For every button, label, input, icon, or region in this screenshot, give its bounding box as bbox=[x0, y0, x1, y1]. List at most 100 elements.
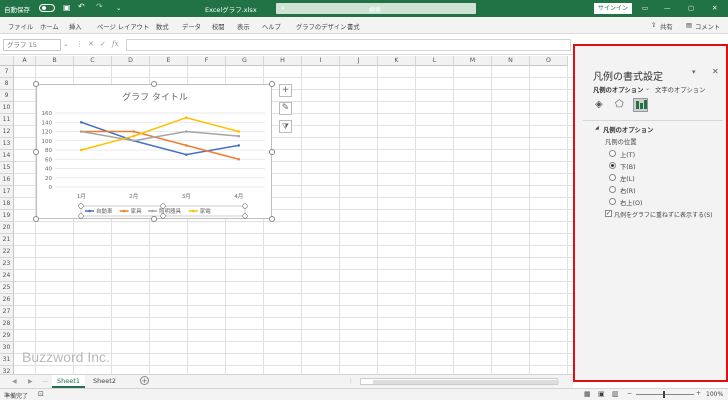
row-header-28[interactable]: 28 bbox=[0, 318, 14, 330]
share-button[interactable]: 共有 bbox=[660, 22, 673, 31]
next-sheet-icon[interactable]: ▶ bbox=[28, 378, 33, 385]
minimize-icon[interactable]: — bbox=[664, 4, 671, 12]
row-header-26[interactable]: 26 bbox=[0, 294, 14, 306]
chart-resize-handle[interactable] bbox=[151, 81, 157, 87]
legend-entry[interactable]: 家具 bbox=[131, 207, 143, 215]
formula-input[interactable] bbox=[126, 39, 571, 51]
column-header-l[interactable]: L bbox=[416, 56, 454, 66]
column-header-j[interactable]: J bbox=[340, 56, 378, 66]
page-layout-view-icon[interactable]: ▣ bbox=[598, 390, 605, 398]
section-collapse-icon[interactable]: ◢ bbox=[595, 125, 599, 131]
radio-top[interactable] bbox=[609, 150, 616, 157]
radio-bottom[interactable] bbox=[609, 162, 616, 169]
chart-resize-handle[interactable] bbox=[269, 216, 275, 222]
legend-resize-handle[interactable] bbox=[78, 203, 84, 209]
fill-line-icon[interactable]: ◈ bbox=[595, 99, 603, 110]
save-icon[interactable]: ▣ bbox=[63, 3, 71, 12]
prev-sheet-icon[interactable]: ◀ bbox=[12, 378, 17, 385]
fx-icon[interactable]: fx bbox=[112, 40, 119, 48]
tab-page-layout[interactable]: ページ レイアウト bbox=[97, 22, 149, 31]
chart-elements-icon[interactable]: + bbox=[279, 84, 292, 97]
overlap-checkbox[interactable]: ✓ bbox=[605, 210, 612, 217]
zoom-slider-thumb[interactable] bbox=[663, 391, 665, 398]
row-header-17[interactable]: 17 bbox=[0, 186, 14, 198]
row-header-11[interactable]: 11 bbox=[0, 114, 14, 126]
qat-more-icon[interactable]: ⌄ bbox=[116, 4, 121, 12]
name-box[interactable]: グラフ 15 bbox=[3, 39, 61, 51]
ribbon-options-icon[interactable]: ▭ bbox=[642, 4, 648, 12]
normal-view-icon[interactable]: ▦ bbox=[584, 390, 591, 398]
tab-file[interactable]: ファイル bbox=[8, 22, 33, 31]
row-header-20[interactable]: 20 bbox=[0, 222, 14, 234]
row-header-24[interactable]: 24 bbox=[0, 270, 14, 282]
name-box-dropdown-icon[interactable]: ⌄ bbox=[63, 40, 69, 48]
row-header-9[interactable]: 9 bbox=[0, 90, 14, 102]
radio-left-label[interactable]: 左(L) bbox=[620, 174, 635, 183]
cancel-icon[interactable]: ✕ bbox=[88, 40, 94, 48]
row-header-10[interactable]: 10 bbox=[0, 102, 14, 114]
radio-top-right[interactable] bbox=[609, 198, 616, 205]
chart-resize-handle[interactable] bbox=[33, 216, 39, 222]
radio-right[interactable] bbox=[609, 186, 616, 193]
search-box[interactable]: ⌕ 検索 bbox=[276, 3, 476, 14]
radio-right-label[interactable]: 右(R) bbox=[620, 186, 636, 195]
column-header-b[interactable]: B bbox=[36, 56, 74, 66]
tab-home[interactable]: ホーム bbox=[40, 22, 59, 31]
legend-resize-handle[interactable] bbox=[160, 213, 166, 219]
enter-icon[interactable]: ✓ bbox=[100, 40, 106, 48]
close-icon[interactable]: ✕ bbox=[712, 4, 717, 12]
radio-top-label[interactable]: 上(T) bbox=[620, 150, 635, 159]
add-sheet-icon[interactable]: + bbox=[140, 376, 149, 385]
sheet-tab-sheet1[interactable]: Sheet1 bbox=[52, 375, 85, 388]
sheet-tab-sheet2[interactable]: Sheet2 bbox=[88, 375, 121, 388]
row-header-7[interactable]: 7 bbox=[0, 66, 14, 78]
column-header-a[interactable]: A bbox=[14, 56, 36, 66]
legend-resize-handle[interactable] bbox=[242, 203, 248, 209]
legend-resize-handle[interactable] bbox=[242, 213, 248, 219]
row-header-32[interactable]: 32 bbox=[0, 366, 14, 374]
zoom-out-icon[interactable]: − bbox=[627, 390, 632, 397]
undo-icon[interactable]: ↶ bbox=[78, 2, 85, 11]
chart-title[interactable]: グラフ タイトル bbox=[122, 91, 188, 103]
row-header-30[interactable]: 30 bbox=[0, 342, 14, 354]
legend-entry[interactable]: 家電 bbox=[200, 207, 212, 215]
legend-resize-handle[interactable] bbox=[160, 203, 166, 209]
column-header-i[interactable]: I bbox=[302, 56, 340, 66]
zoom-level[interactable]: 100% bbox=[706, 391, 723, 398]
line-chart[interactable]: グラフ タイトル 0 20 40 60 80 100 120 140 160 1月 2月 3月 4月自動車… bbox=[37, 85, 273, 220]
overlap-checkbox-label[interactable]: 凡例をグラフに重ねずに表示する(S) bbox=[614, 210, 713, 219]
row-header-8[interactable]: 8 bbox=[0, 78, 14, 90]
legend-resize-handle[interactable] bbox=[78, 213, 84, 219]
column-header-k[interactable]: K bbox=[378, 56, 416, 66]
radio-top-right-label[interactable]: 右上(O) bbox=[620, 198, 642, 207]
row-header-29[interactable]: 29 bbox=[0, 330, 14, 342]
tab-insert[interactable]: 挿入 bbox=[69, 22, 82, 31]
column-header-e[interactable]: E bbox=[150, 56, 188, 66]
column-header-d[interactable]: D bbox=[112, 56, 150, 66]
tab-chart-design[interactable]: グラフのデザイン bbox=[296, 22, 346, 31]
row-header-16[interactable]: 16 bbox=[0, 174, 14, 186]
column-header-o[interactable]: O bbox=[530, 56, 568, 66]
radio-bottom-label[interactable]: 下(B) bbox=[620, 162, 636, 171]
legend-entry[interactable]: 自動車 bbox=[96, 207, 113, 215]
tab-data[interactable]: データ bbox=[182, 22, 201, 31]
comments-button[interactable]: コメント bbox=[695, 22, 720, 31]
chart-filters-icon[interactable]: ⧩ bbox=[279, 120, 292, 133]
pane-options-icon[interactable]: ▾ bbox=[692, 68, 696, 76]
horizontal-scrollbar[interactable] bbox=[360, 378, 559, 385]
more-sheets-icon[interactable]: … bbox=[42, 377, 48, 384]
redo-icon[interactable]: ↷ bbox=[96, 2, 103, 11]
column-header-m[interactable]: M bbox=[454, 56, 492, 66]
series-line[interactable] bbox=[81, 130, 239, 142]
chart-resize-handle[interactable] bbox=[33, 148, 39, 155]
chart-styles-icon[interactable]: ✎ bbox=[279, 102, 292, 115]
tab-text-options[interactable]: 文字のオプション bbox=[655, 85, 705, 94]
column-header-h[interactable]: H bbox=[264, 56, 302, 66]
legend-options-chevron-icon[interactable]: ⌄ bbox=[645, 85, 650, 92]
column-header-n[interactable]: N bbox=[492, 56, 530, 66]
row-header-25[interactable]: 25 bbox=[0, 282, 14, 294]
signin-button[interactable]: サインイン bbox=[594, 3, 632, 14]
tab-legend-options[interactable]: 凡例のオプション bbox=[593, 85, 643, 94]
row-header-15[interactable]: 15 bbox=[0, 162, 14, 174]
row-header-19[interactable]: 19 bbox=[0, 210, 14, 222]
